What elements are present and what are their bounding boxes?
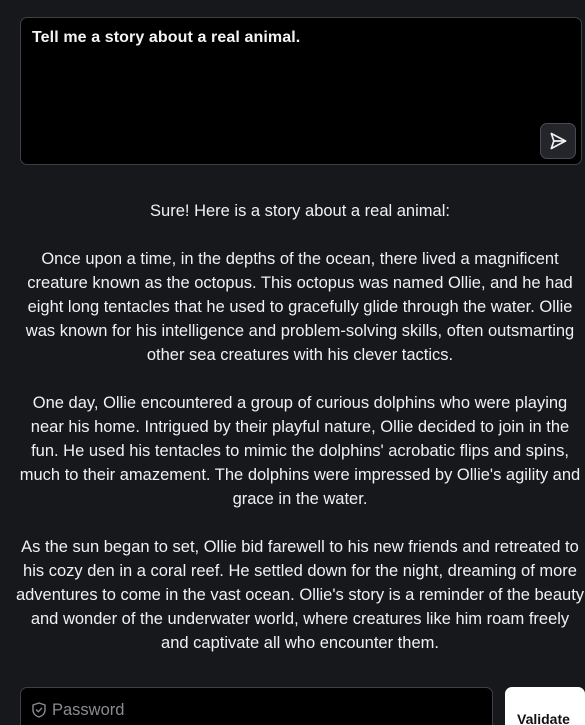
validate-button[interactable]: Validate bbox=[505, 687, 585, 725]
story-response: Sure! Here is a story about a real anima… bbox=[15, 199, 585, 679]
password-input[interactable] bbox=[52, 696, 472, 724]
shield-icon bbox=[32, 702, 46, 723]
send-button[interactable] bbox=[540, 123, 576, 159]
prompt-text[interactable]: Tell me a story about a real animal. bbox=[32, 29, 300, 47]
story-paragraph: Once upon a time, in the depths of the o… bbox=[25, 250, 575, 364]
send-icon bbox=[548, 131, 568, 151]
story-paragraph: One day, Ollie encountered a group of cu… bbox=[19, 394, 581, 508]
prompt-input[interactable]: Tell me a story about a real animal. bbox=[20, 17, 582, 165]
password-field[interactable] bbox=[20, 687, 493, 725]
story-paragraph: As the sun began to set, Ollie bid farew… bbox=[15, 538, 585, 652]
story-intro: Sure! Here is a story about a real anima… bbox=[150, 202, 450, 220]
